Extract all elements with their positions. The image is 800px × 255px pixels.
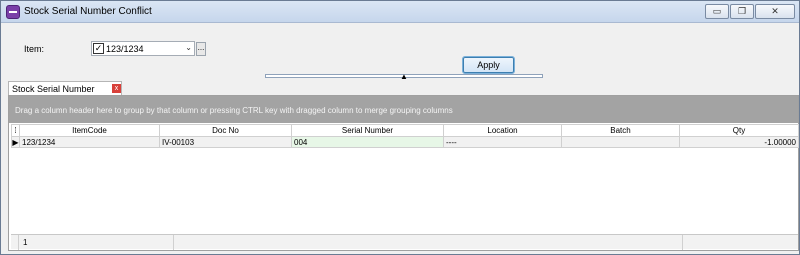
item-lookup-button[interactable]: ...	[196, 42, 206, 56]
item-label: Item:	[24, 44, 45, 54]
footer-batch-cell	[11, 235, 683, 250]
cell-serial-number[interactable]: 004	[291, 136, 444, 148]
cell-qty[interactable]: -1.00000	[679, 136, 799, 148]
item-checkbox[interactable]: ✓	[93, 43, 104, 54]
stock-serial-conflict-window: Stock Serial Number Conflict ▭ ❐ ✕ Item:…	[0, 0, 800, 255]
column-header-location[interactable]: Location	[443, 124, 562, 137]
column-header-qty[interactable]: Qty	[679, 124, 799, 137]
column-header-itemcode[interactable]: ItemCode	[19, 124, 160, 137]
cell-docno[interactable]: IV-00103	[159, 136, 292, 148]
table-row[interactable]: ▶ 123/1234 IV-00103 004 ---- -1.00000	[11, 136, 799, 148]
header-indicator[interactable]: ⁞	[11, 124, 20, 137]
row-indicator-icon: ▶	[11, 136, 20, 148]
tab-close-icon[interactable]: x	[112, 84, 121, 93]
item-value: 123/1234	[106, 44, 144, 54]
cell-location[interactable]: ----	[443, 136, 562, 148]
column-header-serial-number[interactable]: Serial Number	[291, 124, 444, 137]
restore-button[interactable]: ❐	[730, 4, 754, 19]
window-controls: ▭ ❐ ✕	[705, 4, 795, 19]
item-combobox[interactable]: ✓ 123/1234 ⌄	[91, 41, 195, 56]
window-title: Stock Serial Number Conflict	[24, 6, 152, 17]
tab-stock-serial-conflict[interactable]: Stock Serial Number Conflict x	[8, 81, 122, 104]
collapse-arrow-icon[interactable]: ▲	[400, 73, 408, 81]
group-by-panel[interactable]: Drag a column header here to group by th…	[9, 96, 798, 123]
column-header-docno[interactable]: Doc No	[159, 124, 292, 137]
close-button[interactable]: ✕	[755, 4, 795, 19]
apply-button[interactable]: Apply	[462, 56, 515, 74]
chevron-down-icon[interactable]: ⌄	[185, 43, 192, 52]
grid-header-row: ⁞ ItemCode Doc No Serial Number Location…	[11, 124, 799, 137]
grid-panel: Drag a column header here to group by th…	[8, 95, 799, 251]
column-header-batch[interactable]: Batch	[561, 124, 680, 137]
serial-conflict-grid: ⁞ ItemCode Doc No Serial Number Location…	[11, 124, 799, 148]
cell-itemcode[interactable]: 123/1234	[19, 136, 160, 148]
title-bar: Stock Serial Number Conflict ▭ ❐ ✕	[1, 1, 799, 23]
cell-batch[interactable]	[561, 136, 680, 148]
minimize-button[interactable]: ▭	[705, 4, 729, 19]
grid-footer: 1	[11, 234, 798, 250]
app-icon	[6, 5, 20, 19]
